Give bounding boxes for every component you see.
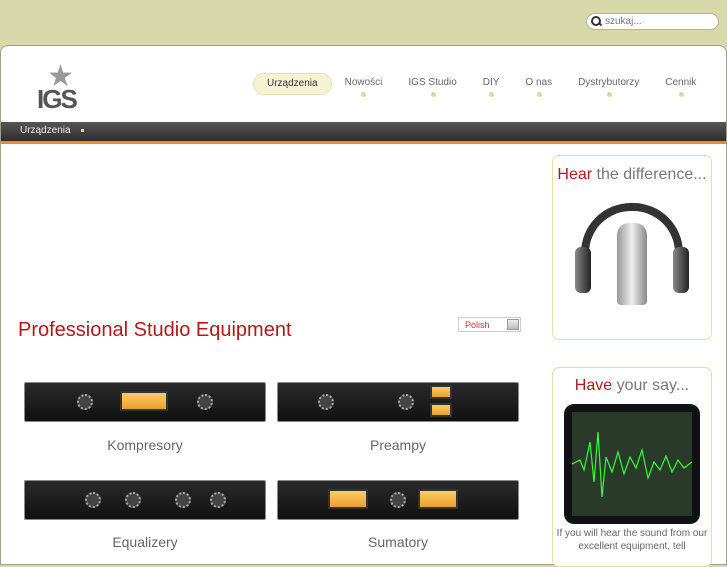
breadcrumb-item[interactable]: Urządzenia xyxy=(20,125,71,136)
say-heading: Have your say... xyxy=(574,377,690,394)
nav-cennik[interactable]: Cennik xyxy=(652,73,709,97)
nav-o-nas[interactable]: O nas xyxy=(512,73,565,97)
search-box[interactable] xyxy=(586,13,719,30)
product-label-kompresory[interactable]: Kompresory xyxy=(24,437,266,453)
hear-difference-box[interactable]: Hear the difference... xyxy=(552,155,712,340)
nav-diy[interactable]: DIY xyxy=(470,73,513,97)
have-your-say-box[interactable]: Have your say... If you will hear the so… xyxy=(552,367,712,567)
chevron-down-icon xyxy=(507,319,519,330)
search-icon xyxy=(591,16,602,27)
nav-dystrybutorzy[interactable]: Dystrybutorzy xyxy=(565,73,652,97)
nav-nowosci[interactable]: Nowości xyxy=(332,73,396,97)
product-image-preampy[interactable] xyxy=(277,382,519,422)
hear-heading: Hear the difference... xyxy=(557,166,707,183)
headphones-tube-image xyxy=(573,203,691,308)
product-label-preampy[interactable]: Preampy xyxy=(277,437,519,453)
main-nav: Urządzenia Nowości IGS Studio DIY O nas … xyxy=(253,73,709,97)
product-label-equalizery[interactable]: Equalizery xyxy=(24,534,266,550)
divider xyxy=(1,141,726,144)
igs-logo[interactable]: ★ IGS xyxy=(37,62,91,115)
nav-igs-studio[interactable]: IGS Studio xyxy=(395,73,469,97)
product-image-equalizery[interactable] xyxy=(24,480,266,520)
breadcrumb: Urządzenia xyxy=(1,122,726,141)
oscilloscope-image xyxy=(564,404,700,524)
language-select[interactable]: Polish xyxy=(458,317,521,332)
page-title: Professional Studio Equipment xyxy=(18,319,292,341)
say-text: If you will hear the sound from our exce… xyxy=(556,528,708,552)
search-input[interactable] xyxy=(605,16,715,27)
product-image-kompresory[interactable] xyxy=(24,382,266,422)
nav-urzadzenia[interactable]: Urządzenia xyxy=(253,73,332,95)
product-label-sumatory[interactable]: Sumatory xyxy=(277,534,519,550)
product-image-sumatory[interactable] xyxy=(277,480,519,520)
